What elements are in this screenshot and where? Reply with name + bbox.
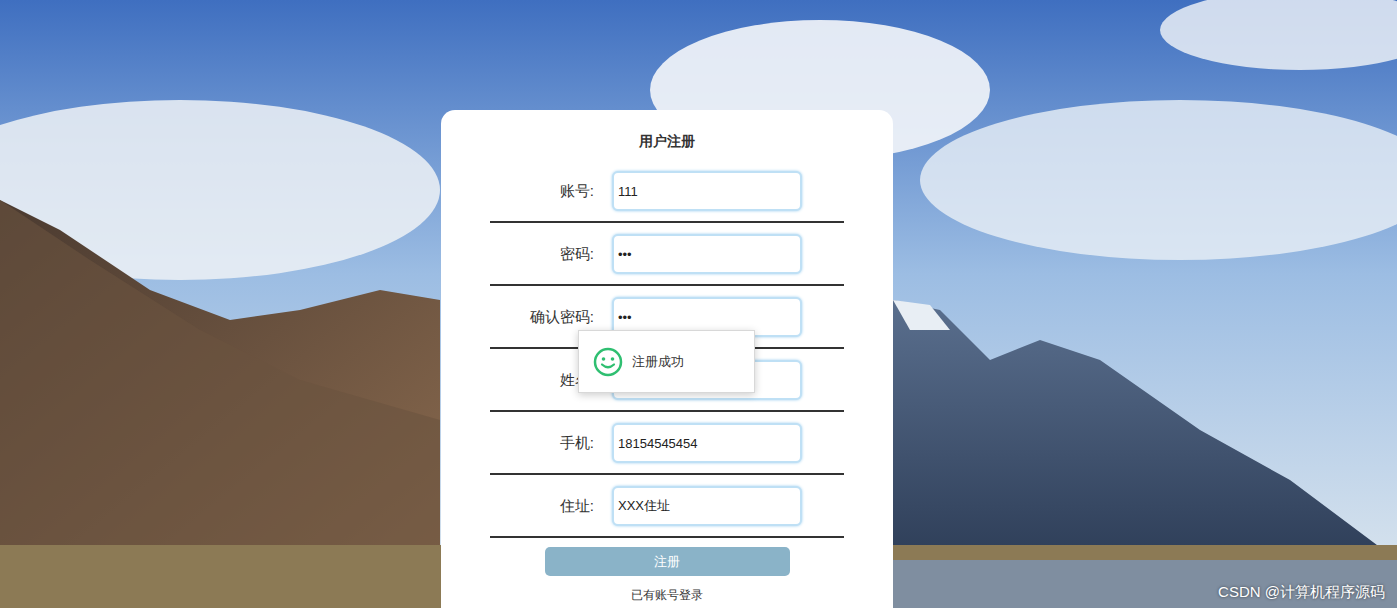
field-label: 确认密码: xyxy=(490,306,598,329)
form-row: 住址: xyxy=(490,486,844,538)
field-input[interactable] xyxy=(612,486,802,526)
field-label: 手机: xyxy=(490,432,598,455)
field-input[interactable] xyxy=(612,171,802,211)
field-input[interactable] xyxy=(612,423,802,463)
login-link[interactable]: 已有账号登录 xyxy=(631,587,703,603)
watermark: CSDN @计算机程序源码 xyxy=(1218,582,1385,602)
form-row: 账号: xyxy=(490,171,844,223)
smile-icon xyxy=(593,347,623,377)
register-button[interactable]: 注册 xyxy=(545,547,790,576)
field-input[interactable] xyxy=(612,234,802,274)
form-title: 用户注册 xyxy=(639,110,695,151)
field-label: 账号: xyxy=(490,180,598,203)
form-row: 密码: xyxy=(490,234,844,286)
field-label: 密码: xyxy=(490,243,598,266)
toast: 注册成功 xyxy=(578,330,755,393)
toast-message: 注册成功 xyxy=(632,352,684,372)
form-row: 手机: xyxy=(490,423,844,475)
field-label: 住址: xyxy=(490,495,598,518)
